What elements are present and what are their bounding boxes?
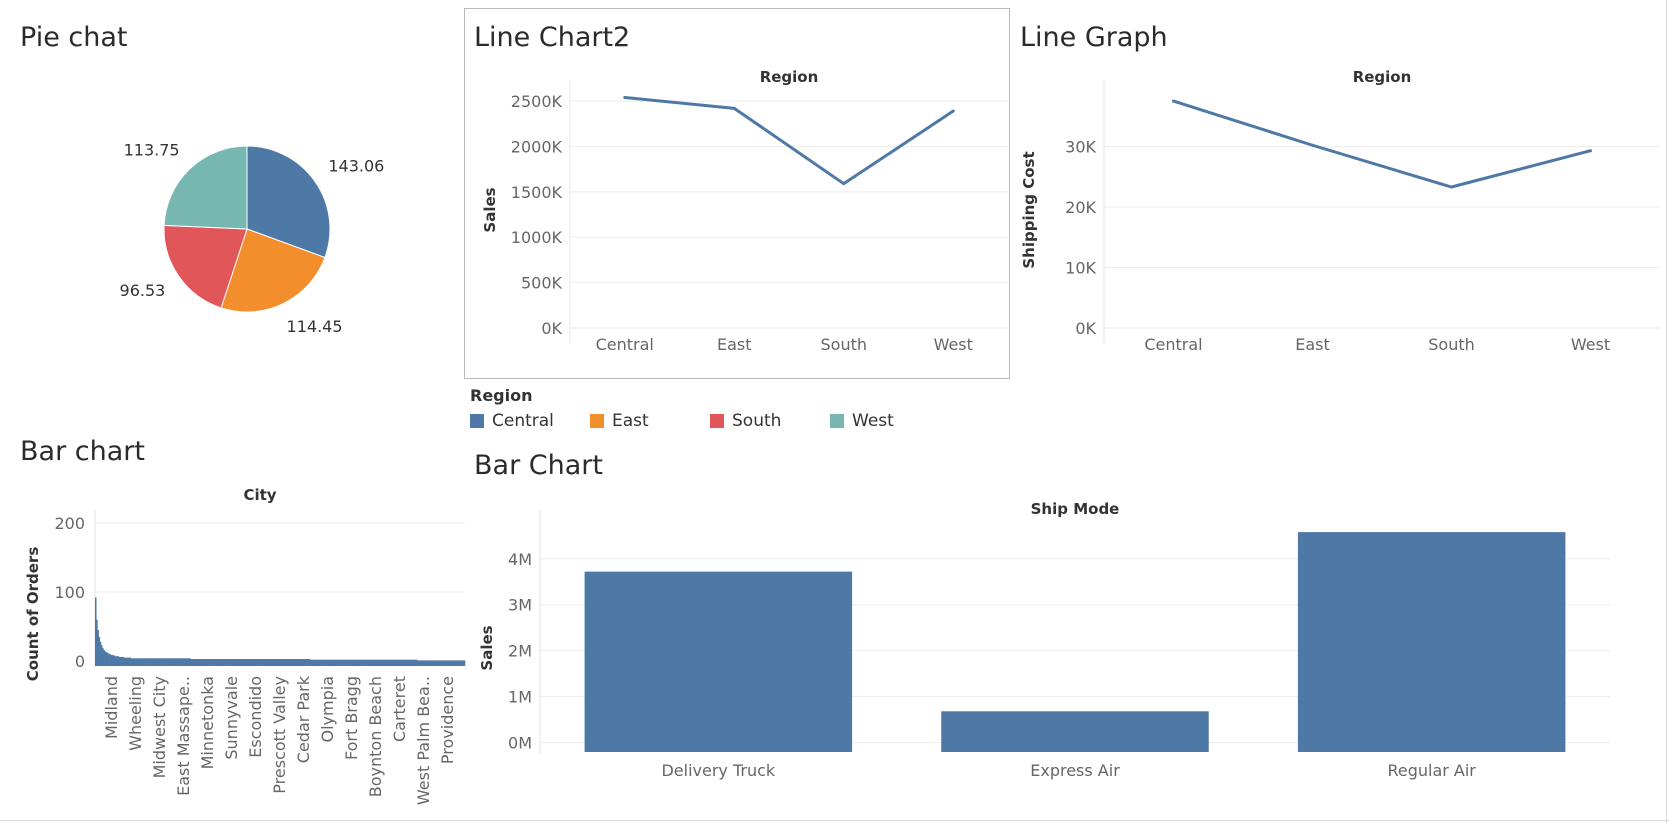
legend-swatch-south — [710, 414, 724, 428]
y-tick-label: 1000K — [511, 228, 563, 247]
x-tick-label: Escondido — [246, 676, 265, 758]
data-point-west — [1589, 149, 1592, 153]
x-tick-label: Minnetonka — [198, 676, 217, 769]
sales-by-region-line-chart: Region 0K 500K 1000K 1500K 2000K 2500K Sales Cen… — [481, 68, 1008, 354]
legend-label-west: West — [852, 411, 894, 431]
legend-swatch-east — [590, 414, 604, 428]
y-tick-label: 0M — [508, 734, 532, 753]
y-tick-label: 2M — [508, 642, 532, 661]
x-tick-label: Delivery Truck — [661, 761, 775, 780]
data-point-west — [951, 109, 955, 113]
data-point-south — [842, 182, 846, 186]
bar-delivery-truck — [584, 571, 853, 752]
legend-item-west[interactable]: West — [830, 411, 950, 431]
pie-label-south: 96.53 — [120, 281, 166, 300]
legend-label-central: Central — [492, 411, 554, 431]
legend-item-south[interactable]: South — [710, 411, 830, 431]
y-tick-label: 3M — [508, 596, 532, 615]
y-tick-label: 2000K — [511, 137, 563, 156]
x-tick-label: Express Air — [1030, 761, 1120, 780]
x-tick-label: Sunnyvale — [222, 676, 241, 760]
y-tick-label: 4M — [508, 550, 532, 569]
y-tick-label: 1500K — [511, 183, 563, 202]
city-bar-chart-title: Bar chart — [20, 436, 145, 467]
right-edge-line — [1666, 0, 1667, 823]
x-tick-label: Midwest City — [150, 676, 169, 778]
series-line — [624, 95, 955, 186]
line-chart2-title: Line Chart2 — [474, 22, 631, 53]
legend-swatch-central — [470, 414, 484, 428]
x-tick-label: South — [821, 335, 868, 354]
legend-item-east[interactable]: East — [590, 411, 710, 431]
data-point-east — [732, 106, 736, 110]
y-tick-label: 20K — [1065, 198, 1096, 217]
x-tick-label: West — [1571, 335, 1610, 354]
y-tick-label: 30K — [1065, 137, 1096, 156]
line-graph-title: Line Graph — [1020, 22, 1168, 53]
pie-label-central: 143.06 — [328, 157, 384, 176]
x-tick-label: Midland — [102, 676, 121, 739]
y-tick-label: 0 — [75, 652, 85, 671]
x-tick-label: East Massape.. — [174, 676, 193, 796]
legend-label-east: East — [612, 411, 649, 431]
y-axis-label: Count of Orders — [24, 547, 42, 682]
bottom-edge-line — [0, 820, 1669, 821]
orders-by-city-bar-chart: City 0 100 200 Count of Orders Midland Wheelin… — [24, 486, 466, 805]
pie-chart: 143.06 114.45 96.53 113.75 — [120, 140, 385, 336]
legend-title: Region — [470, 386, 533, 405]
x-tick-label: Central — [596, 335, 654, 354]
data-point-south — [1450, 185, 1453, 189]
x-tick-label: Wheeling — [126, 676, 145, 751]
x-tick-label: Olympia — [318, 676, 337, 743]
legend-swatch-west — [830, 414, 844, 428]
y-tick-label: 0K — [1075, 319, 1096, 338]
pie-chart-title: Pie chat — [20, 22, 128, 53]
column-header: Region — [1353, 68, 1412, 86]
data-point-central — [623, 95, 627, 99]
column-header: Region — [760, 68, 819, 86]
y-axis-label: Sales — [481, 187, 499, 232]
y-tick-label: 200 — [54, 514, 85, 533]
column-header: City — [243, 486, 276, 504]
sales-by-ship-mode-bar-chart: Ship Mode 0M 1M 2M 3M 4M Sales Delivery Truck Ex… — [478, 500, 1610, 780]
x-tick-label: West Palm Bea.. — [414, 676, 433, 805]
x-tick-label: Central — [1144, 335, 1202, 354]
series-line — [1173, 99, 1591, 189]
pie-label-west: 113.75 — [124, 140, 180, 159]
ship-mode-bar-chart-title: Bar Chart — [474, 450, 603, 481]
x-tick-label: Regular Air — [1387, 761, 1476, 780]
y-tick-label: 500K — [521, 274, 563, 293]
x-tick-label: East — [717, 335, 752, 354]
x-tick-label: West — [934, 335, 973, 354]
y-tick-label: 0K — [541, 319, 562, 338]
x-tick-label: Carteret — [390, 676, 409, 742]
bar-city — [463, 660, 466, 666]
legend-item-central[interactable]: Central — [470, 411, 590, 431]
x-tick-label: East — [1295, 335, 1330, 354]
region-legend: Region Central East South West — [470, 386, 950, 431]
y-tick-label: 2500K — [511, 92, 563, 111]
y-axis-label: Shipping Cost — [1020, 151, 1038, 268]
x-tick-label: Fort Bragg — [342, 676, 361, 760]
x-tick-label: Cedar Park — [294, 675, 313, 763]
x-tick-label: Prescott Valley — [270, 676, 289, 794]
shipping-cost-by-region-line-chart: Region 0K 10K 20K 30K Shipping Cost Central Eas… — [1020, 68, 1660, 354]
y-tick-label: 1M — [508, 688, 532, 707]
x-tick-label: South — [1428, 335, 1475, 354]
legend-label-south: South — [732, 411, 782, 431]
y-tick-label: 10K — [1065, 258, 1096, 277]
y-tick-label: 100 — [54, 583, 85, 602]
pie-label-east: 114.45 — [287, 317, 343, 336]
column-header: Ship Mode — [1031, 500, 1120, 518]
data-point-central — [1172, 99, 1175, 103]
bar-express-air — [941, 711, 1209, 752]
data-point-east — [1311, 143, 1314, 147]
y-axis-label: Sales — [478, 625, 496, 670]
x-tick-label: Providence — [438, 676, 457, 764]
bar-regular-air — [1297, 532, 1566, 752]
x-tick-label: Boynton Beach — [366, 676, 385, 797]
